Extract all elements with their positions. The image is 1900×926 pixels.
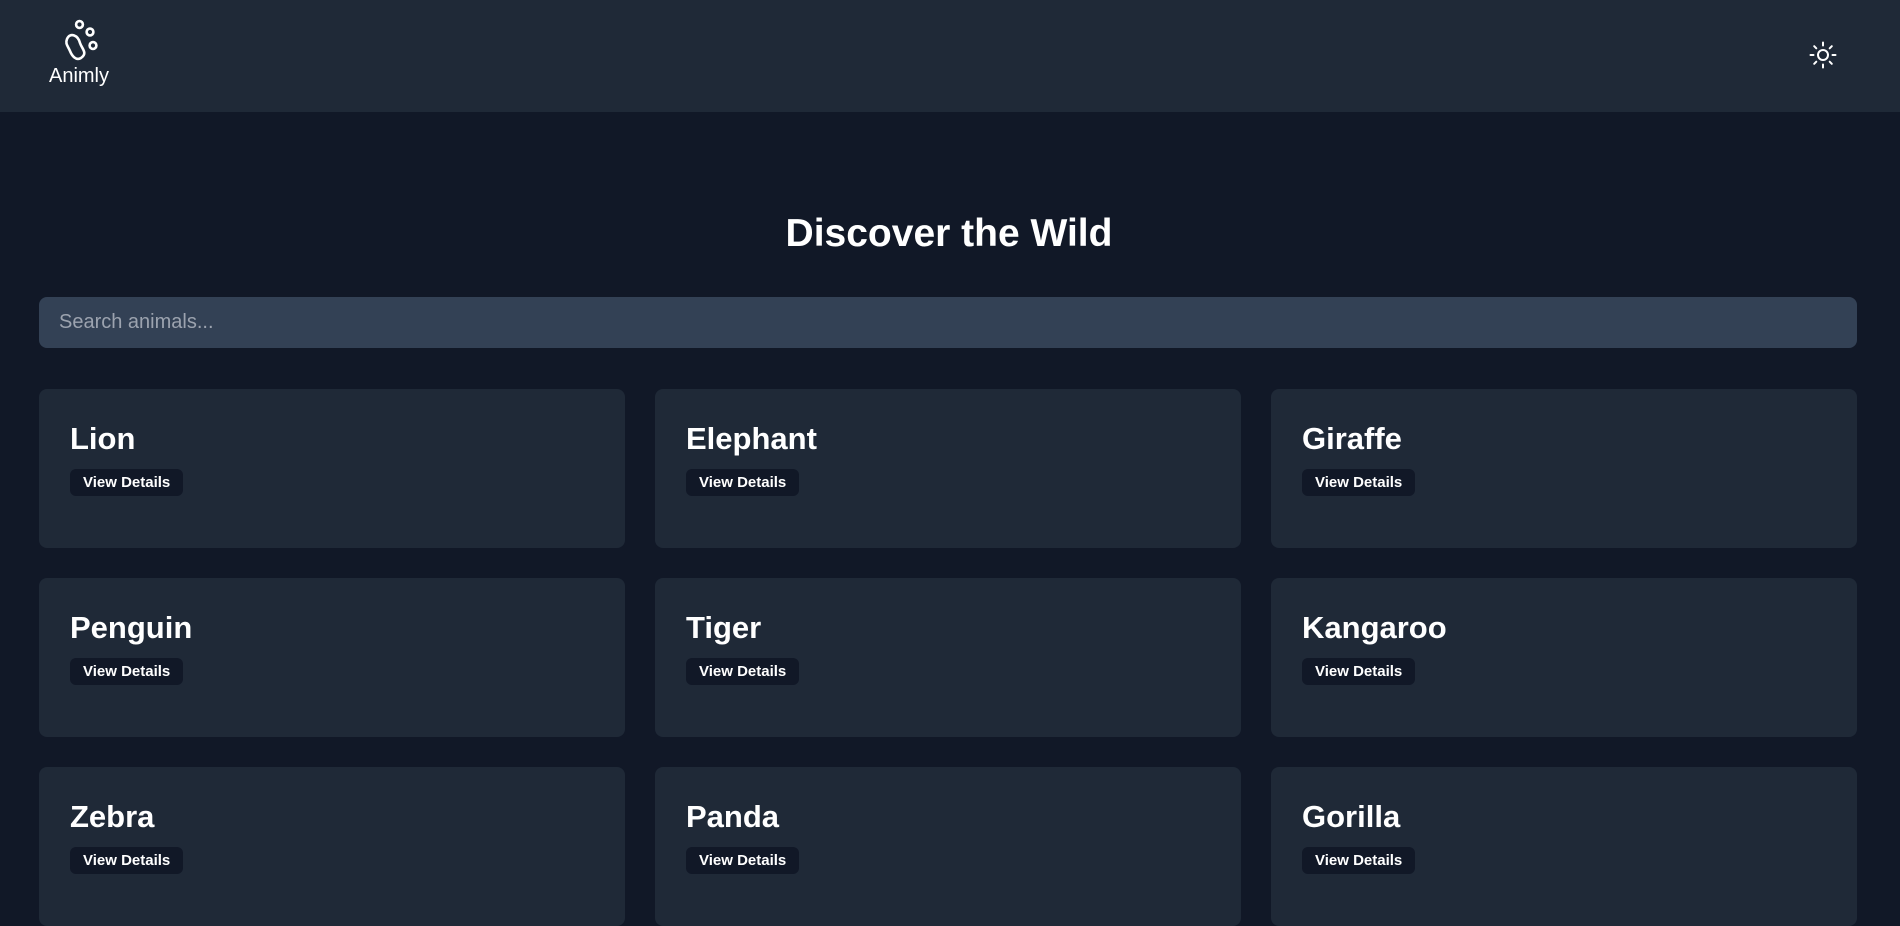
- sun-icon: [1809, 41, 1837, 69]
- animal-card-zebra[interactable]: Zebra View Details: [39, 767, 625, 926]
- animal-name: Tiger: [686, 610, 762, 645]
- animal-card-grid: Lion View Details Elephant View Details …: [39, 389, 1857, 926]
- search-input[interactable]: [39, 297, 1857, 348]
- animal-card-tiger[interactable]: Tiger View Details: [655, 578, 1241, 737]
- animal-name: Kangaroo: [1302, 610, 1447, 645]
- animal-card-elephant[interactable]: Elephant View Details: [655, 389, 1241, 548]
- animal-name: Panda: [686, 799, 780, 834]
- animal-name: Lion: [70, 421, 136, 456]
- view-details-button[interactable]: View Details: [70, 658, 184, 685]
- animal-card-giraffe[interactable]: Giraffe View Details: [1271, 389, 1857, 548]
- view-details-button[interactable]: View Details: [70, 847, 184, 874]
- animal-name: Elephant: [686, 421, 817, 456]
- view-details-button[interactable]: View Details: [686, 469, 800, 496]
- brand-logo[interactable]: Animly: [44, 18, 114, 90]
- view-details-button[interactable]: View Details: [1302, 847, 1416, 874]
- theme-toggle-button[interactable]: [1806, 38, 1840, 72]
- animal-name: Gorilla: [1302, 799, 1401, 834]
- brand-name: Animly: [48, 65, 109, 87]
- animal-card-gorilla[interactable]: Gorilla View Details: [1271, 767, 1857, 926]
- animal-card-kangaroo[interactable]: Kangaroo View Details: [1271, 578, 1857, 737]
- animal-card-lion[interactable]: Lion View Details: [39, 389, 625, 548]
- animal-name: Penguin: [70, 610, 193, 645]
- view-details-button[interactable]: View Details: [686, 847, 800, 874]
- view-details-button[interactable]: View Details: [686, 658, 800, 685]
- top-header: Animly: [0, 0, 1900, 112]
- page-title: Discover the Wild: [785, 212, 1113, 255]
- view-details-button[interactable]: View Details: [1302, 658, 1416, 685]
- animal-card-panda[interactable]: Panda View Details: [655, 767, 1241, 926]
- paw-icon: [65, 19, 98, 61]
- animal-name: Zebra: [70, 799, 155, 834]
- view-details-button[interactable]: View Details: [1302, 469, 1416, 496]
- view-details-button[interactable]: View Details: [70, 469, 184, 496]
- animal-card-penguin[interactable]: Penguin View Details: [39, 578, 625, 737]
- animal-name: Giraffe: [1302, 421, 1402, 456]
